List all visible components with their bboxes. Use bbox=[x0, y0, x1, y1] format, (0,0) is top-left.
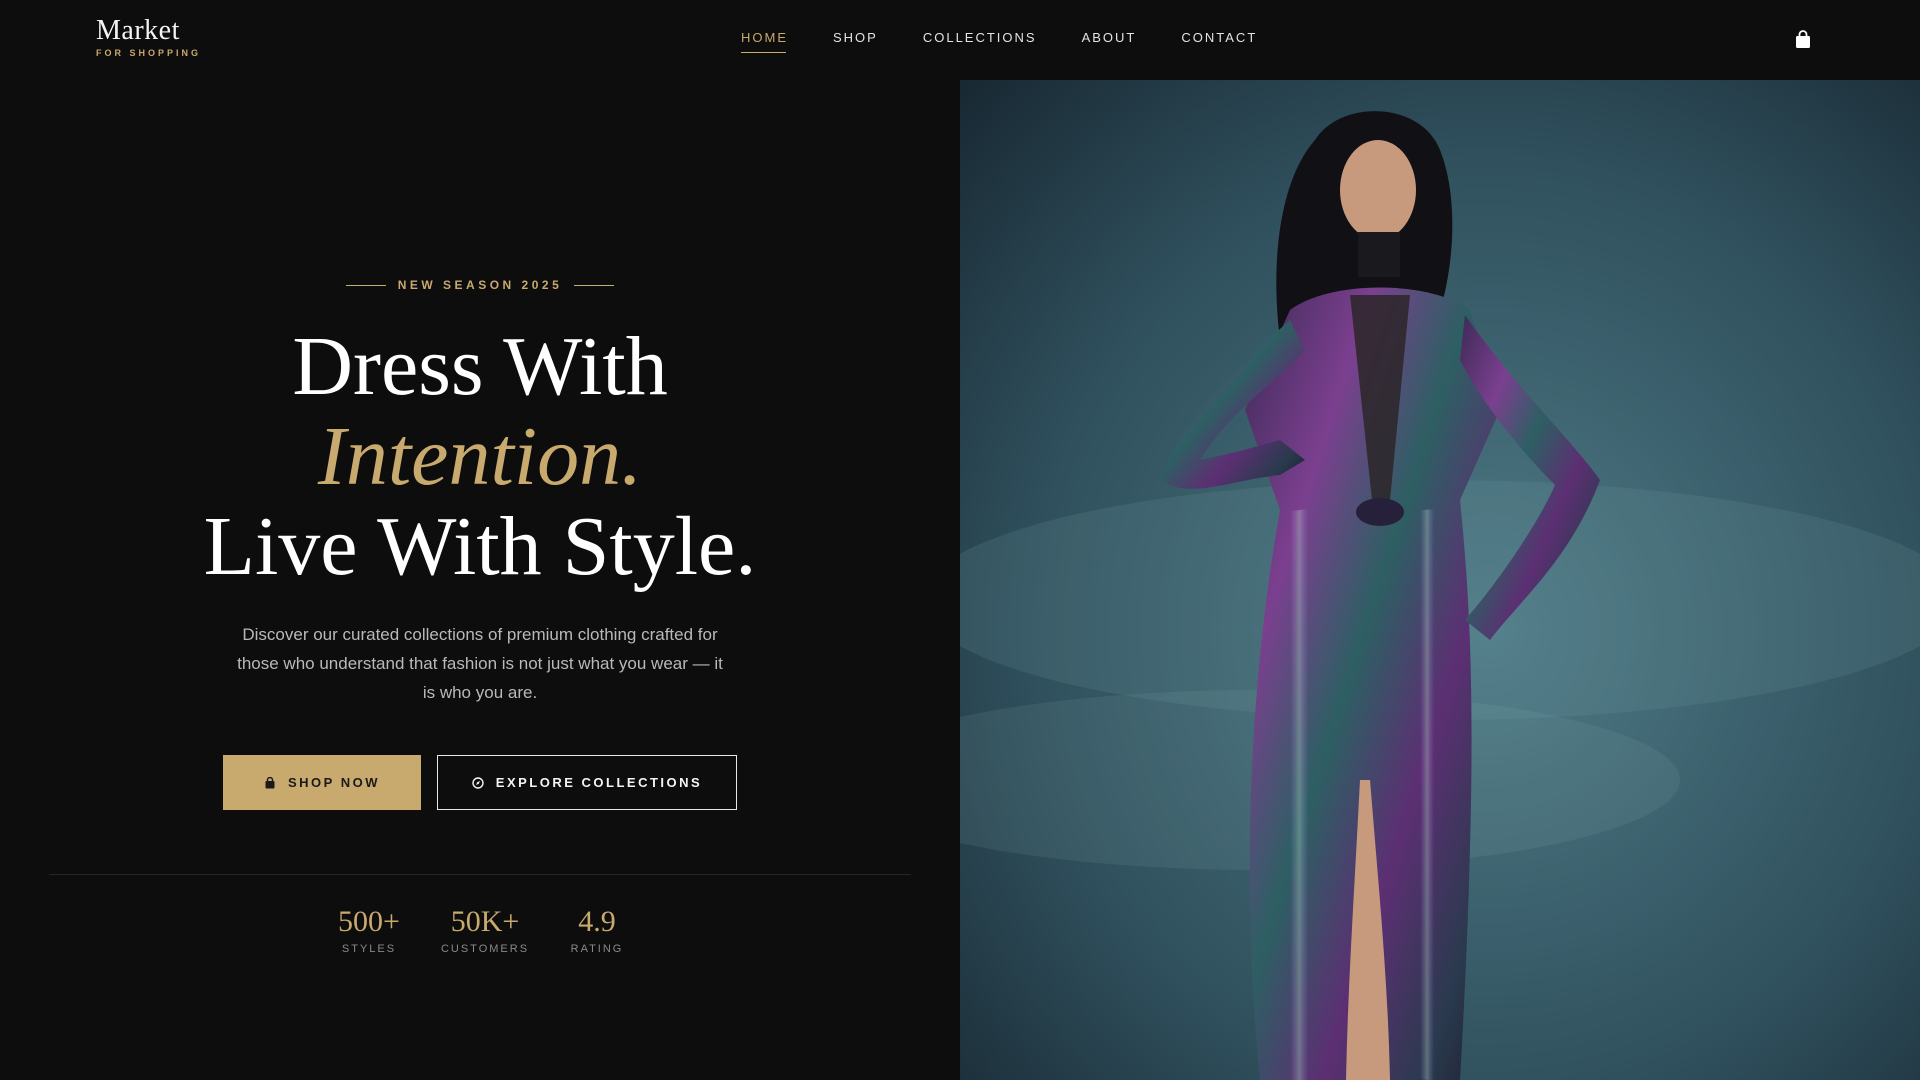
headline-line-1: Dress With bbox=[292, 320, 668, 413]
shopping-bag-icon[interactable] bbox=[1794, 30, 1812, 50]
season-eyebrow: NEW SEASON 2025 bbox=[346, 277, 614, 293]
brand-name: Market bbox=[96, 15, 180, 46]
stat-label: CUSTOMERS bbox=[440, 943, 530, 955]
shop-now-label: SHOP NOW bbox=[288, 775, 380, 790]
shop-now-button[interactable]: SHOP NOW bbox=[223, 755, 421, 810]
brand-logo[interactable]: Market FOR SHOPPING bbox=[96, 15, 202, 59]
stats-divider bbox=[49, 874, 911, 875]
explore-collections-label: EXPLORE COLLECTIONS bbox=[495, 775, 703, 790]
stat-rating: 4.9 RATING bbox=[568, 905, 626, 955]
shopping-bag-icon bbox=[264, 776, 276, 789]
site-header: Market FOR SHOPPING HOME SHOP COLLECTION… bbox=[0, 0, 1920, 80]
nav-item-about[interactable]: ABOUT bbox=[1082, 30, 1137, 53]
headline-line-3: Live With Style. bbox=[203, 500, 757, 593]
hero-model-image bbox=[960, 80, 1920, 1080]
nav-item-shop[interactable]: SHOP bbox=[833, 30, 878, 53]
eyebrow-line-right bbox=[573, 284, 614, 286]
stat-value: 50K+ bbox=[450, 905, 520, 938]
stat-value: 500+ bbox=[338, 905, 400, 938]
main-nav: HOME SHOP COLLECTIONS ABOUT CONTACT bbox=[741, 30, 1302, 53]
stat-value: 4.9 bbox=[578, 905, 616, 938]
nav-item-collections[interactable]: COLLECTIONS bbox=[923, 30, 1037, 53]
nav-item-home[interactable]: HOME bbox=[741, 30, 788, 53]
page: Market FOR SHOPPING HOME SHOP COLLECTION… bbox=[0, 0, 1920, 1080]
stat-customers: 50K+ CUSTOMERS bbox=[440, 905, 530, 955]
nav-item-contact[interactable]: CONTACT bbox=[1181, 30, 1257, 53]
headline-line-2: Intention. bbox=[317, 410, 643, 503]
brand-tagline: FOR SHOPPING bbox=[96, 48, 202, 58]
hero-headline: Dress With Intention. Live With Style. bbox=[120, 322, 840, 592]
eyebrow-text: NEW SEASON 2025 bbox=[397, 278, 563, 292]
stat-styles: 500+ STYLES bbox=[336, 905, 402, 955]
stat-label: RATING bbox=[570, 943, 624, 955]
stat-label: STYLES bbox=[341, 943, 397, 955]
explore-collections-button[interactable]: EXPLORE COLLECTIONS bbox=[437, 755, 737, 810]
hero-description: Discover our curated collections of prem… bbox=[237, 625, 723, 702]
eyebrow-line-left bbox=[346, 284, 386, 286]
compass-icon bbox=[472, 776, 484, 789]
